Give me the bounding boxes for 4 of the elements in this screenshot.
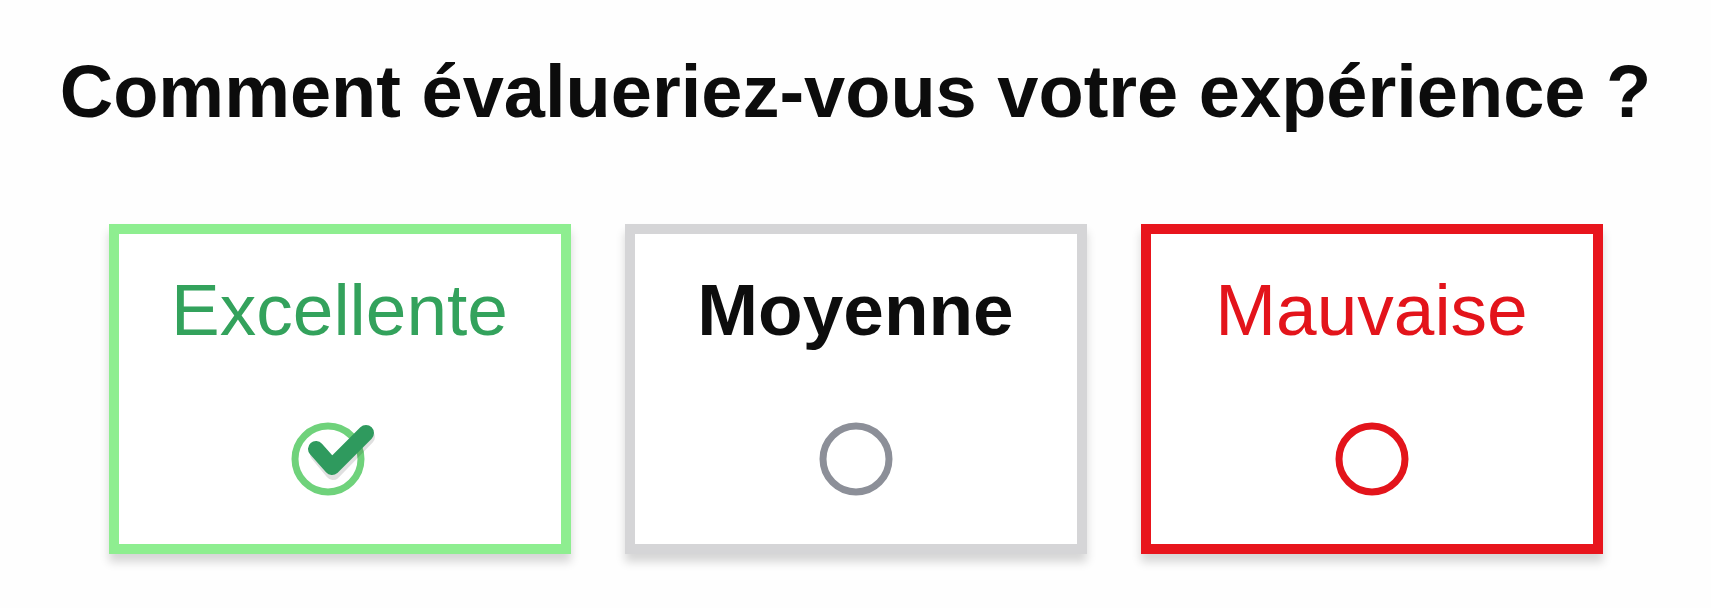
rating-option-card[interactable]: Moyenne xyxy=(624,223,1087,555)
question-title: Comment évalueriez-vous votre expérience ? xyxy=(59,49,1652,135)
rating-option-card[interactable]: Mauvaise xyxy=(1140,223,1603,555)
rating-option-card[interactable]: Excellente xyxy=(108,223,571,555)
